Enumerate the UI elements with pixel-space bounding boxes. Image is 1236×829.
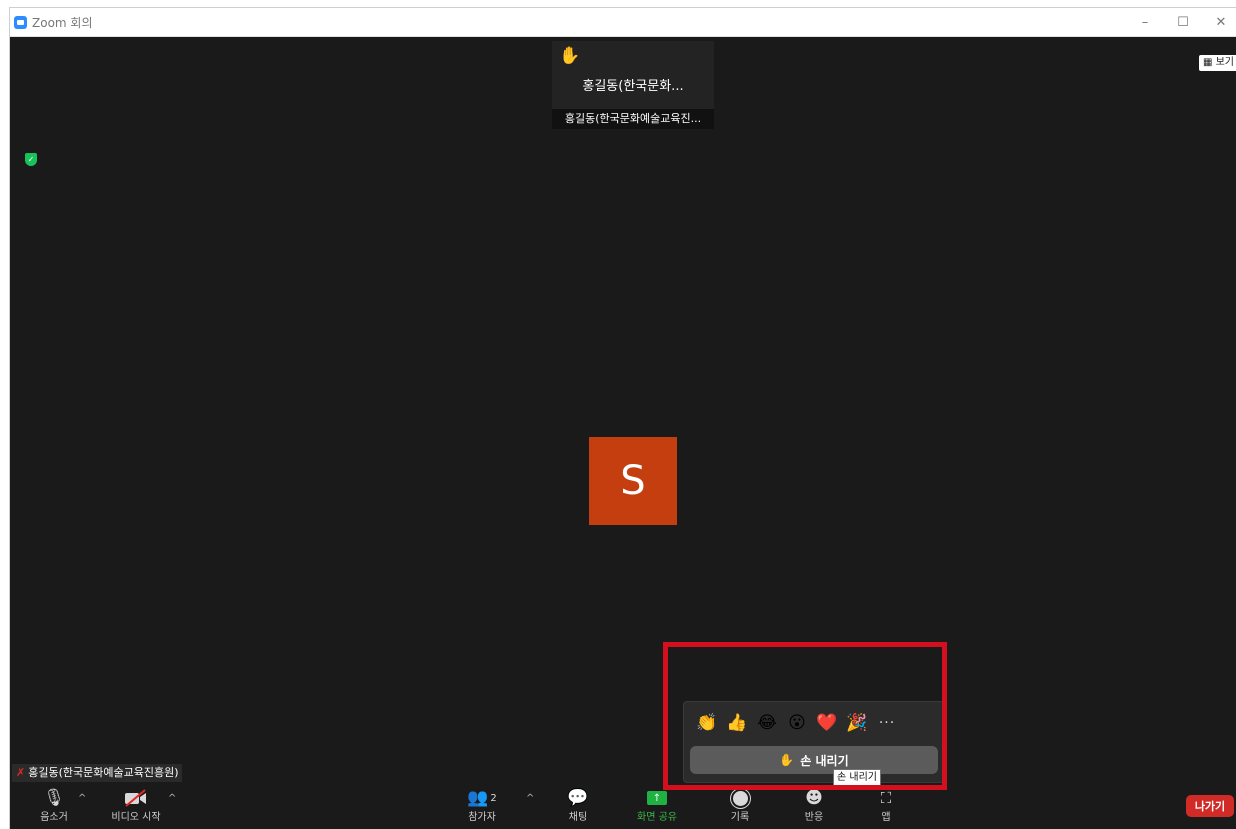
video-label: 비디오 시작 [111, 812, 161, 823]
share-icon-wrap: ↑ [647, 785, 667, 811]
mute-button[interactable]: 🎙 음소거 [34, 785, 74, 829]
participants-chevron-icon[interactable]: ^ [526, 793, 534, 804]
video-options-chevron-icon[interactable]: ^ [168, 793, 176, 804]
participants-icon-row: 👥 2 [467, 785, 497, 811]
participant-thumbnail[interactable]: ✋ 홍길동(한국문화... 홍길동(한국문화예술교육진... [552, 41, 714, 129]
muted-mic-icon: ✗ [16, 766, 26, 779]
title-bar: Zoom 회의 – ☐ ✕ [10, 8, 1236, 37]
surprised-emoji-button[interactable]: 😮 [782, 710, 812, 736]
view-label: 보기 [1215, 57, 1234, 68]
thumbs-up-emoji-button[interactable]: 👍 [722, 710, 752, 736]
minimize-button[interactable]: – [1126, 8, 1164, 36]
meeting-toolbar: 🎙 음소거 ^ 비디오 시작 ^ 👥 2 참가자 ^ 💬 채팅 ↑ 화면 공유 … [10, 785, 1236, 829]
record-button[interactable]: 기록 [722, 785, 758, 829]
heart-emoji-button[interactable]: ❤️ [812, 710, 842, 736]
apps-icon: ⛶ [880, 789, 892, 807]
emoji-row: 👏 👍 😂 😮 ❤️ 🎉 ··· [692, 710, 902, 736]
participant-avatar: S [589, 437, 677, 525]
raised-hand-icon: ✋ [559, 46, 581, 66]
view-button[interactable]: ▦ 보기 [1198, 55, 1236, 71]
microphone-icon: 🎙 [43, 788, 65, 808]
participants-button[interactable]: 👥 2 참가자 [460, 785, 504, 829]
maximize-button[interactable]: ☐ [1164, 8, 1202, 36]
hand-icon: ✋ [779, 753, 795, 767]
security-shield-icon[interactable]: ✓ [25, 153, 37, 166]
audio-options-chevron-icon[interactable]: ^ [78, 793, 86, 804]
reactions-label: 반응 [804, 812, 824, 823]
record-icon [732, 790, 748, 806]
video-off-icon [123, 785, 149, 811]
chat-label: 채팅 [568, 812, 588, 823]
laugh-emoji-button[interactable]: 😂 [752, 710, 782, 736]
zoom-meeting-window: Zoom 회의 – ☐ ✕ ✋ 홍길동(한국문화... 홍길동(한국문화예술교육… [10, 8, 1236, 829]
start-video-button[interactable]: 비디오 시작 [104, 785, 168, 829]
share-screen-button[interactable]: ↑ 화면 공유 [632, 785, 682, 829]
reaction-smiley-icon: ☻ [805, 788, 823, 808]
apps-label: 앱 [881, 812, 891, 823]
participants-label: 참가자 [468, 812, 496, 823]
chat-button[interactable]: 💬 채팅 [560, 785, 596, 829]
chat-bubble-icon: 💬 [567, 788, 589, 808]
meeting-stage: ✋ 홍길동(한국문화... 홍길동(한국문화예술교육진... ✓ ▦ 보기 S … [10, 37, 1236, 829]
leave-meeting-button[interactable]: 나가기 [1186, 795, 1234, 817]
self-name: 홍길동(한국문화예술교육진흥원) [28, 766, 179, 779]
lower-hand-tooltip: 손 내리기 [833, 769, 881, 786]
grid-icon: ▦ [1202, 57, 1213, 68]
share-screen-icon: ↑ [647, 791, 667, 805]
more-reactions-button[interactable]: ··· [872, 710, 902, 736]
apps-button[interactable]: ⛶ 앱 [868, 785, 904, 829]
party-emoji-button[interactable]: 🎉 [842, 710, 872, 736]
clap-emoji-button[interactable]: 👏 [692, 710, 722, 736]
participants-count: 2 [490, 792, 497, 804]
zoom-app-icon [14, 15, 27, 29]
thumbnail-name-label: 홍길동(한국문화예술교육진... [552, 109, 714, 129]
record-label: 기록 [730, 812, 750, 823]
record-icon-wrap [732, 785, 748, 811]
thumbnail-display-name: 홍길동(한국문화... [582, 79, 684, 94]
reactions-button[interactable]: ☻ 반응 [796, 785, 832, 829]
mute-label: 음소거 [40, 812, 68, 823]
close-button[interactable]: ✕ [1202, 8, 1236, 36]
window-title: Zoom 회의 [32, 15, 93, 30]
share-screen-label: 화면 공유 [637, 812, 677, 823]
participants-icon: 👥 [467, 788, 489, 808]
self-name-tag: ✗ 홍길동(한국문화예술교육진흥원) [12, 764, 183, 782]
lower-hand-label: 손 내리기 [800, 753, 849, 768]
reactions-popup: 👏 👍 😂 😮 ❤️ 🎉 ··· ✋ 손 내리기 [683, 701, 947, 783]
lower-hand-button[interactable]: ✋ 손 내리기 [690, 746, 938, 774]
